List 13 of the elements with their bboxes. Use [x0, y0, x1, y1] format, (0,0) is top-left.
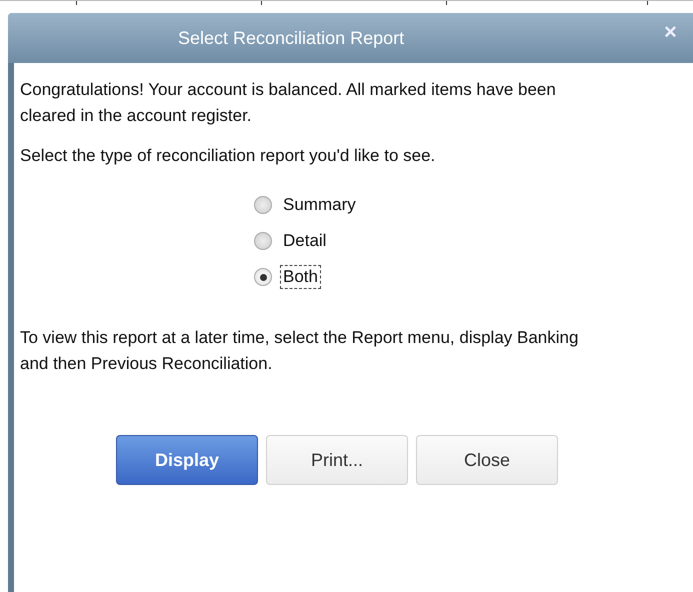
message-text: Congratulations! Your account is balanced. All marked items have been cleared in the account register.: [20, 79, 557, 127]
radio-button[interactable]: [254, 268, 272, 286]
radio-label[interactable]: Detail: [280, 229, 330, 253]
radio-label[interactable]: Summary: [280, 193, 359, 217]
display-button[interactable]: Display: [116, 435, 258, 485]
radio-label[interactable]: Both: [280, 265, 321, 289]
prompt-text: Select the type of reconciliation report you'd like to see.: [20, 145, 436, 167]
radio-button[interactable]: [254, 196, 272, 214]
radio-button[interactable]: [254, 232, 272, 250]
dialog-button[interactable]: Close: [416, 435, 558, 485]
dialog-button[interactable]: Print...: [266, 435, 408, 485]
note-text: To view this report at a later time, select the Report menu, display Banking and then Previous Reconciliation.: [20, 327, 580, 375]
window-title: Select Reconciliation Report: [178, 28, 404, 48]
